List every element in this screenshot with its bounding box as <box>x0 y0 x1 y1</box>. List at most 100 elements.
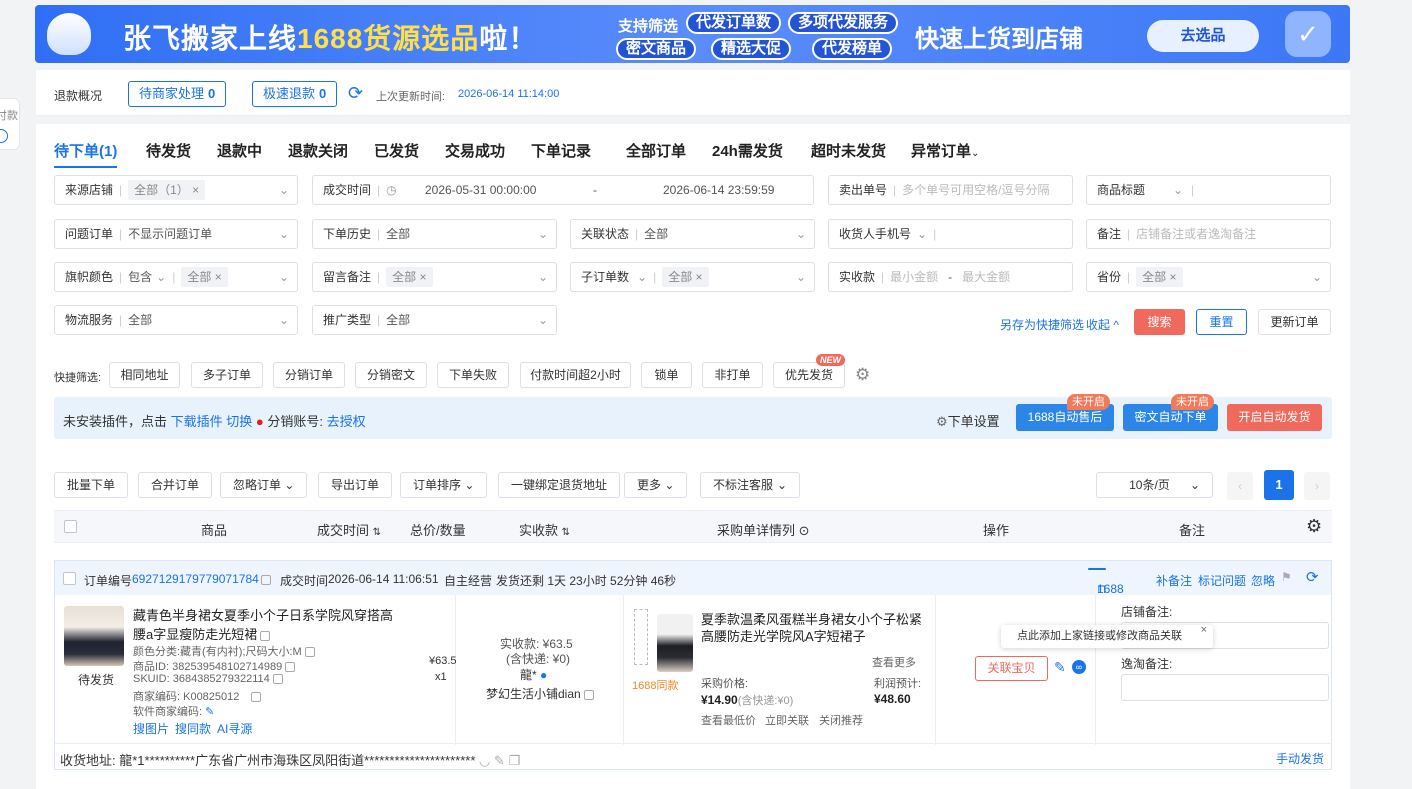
reset-button[interactable]: 重置 <box>1196 309 1247 335</box>
purchase-product-image[interactable] <box>657 614 693 672</box>
product-title-line2[interactable]: 腰a字显瘦防走光短裙 <box>133 624 271 643</box>
tab-overdue[interactable]: 超时未发货 <box>811 140 886 161</box>
mark-problem-link[interactable]: 标记问题 <box>1198 572 1246 589</box>
source-shop-select[interactable]: 来源店铺 | 全部（1） × ⌄ <box>54 175 298 205</box>
paid-range[interactable]: 实收款 | 最小金额 - 最大金额 <box>828 262 1073 292</box>
refresh-orders-button[interactable]: 更新订单 <box>1258 309 1331 335</box>
edit-icon[interactable]: ✎ <box>205 706 214 718</box>
search-same-link[interactable]: 搜同款 <box>175 720 211 737</box>
page-1-button[interactable]: 1 <box>1264 470 1294 500</box>
link-product-button[interactable]: 关联宝贝 <box>975 656 1048 681</box>
search-image-link[interactable]: 搜图片 <box>133 720 169 737</box>
collapse-link[interactable]: 收起 ^ <box>1086 316 1119 333</box>
yitao-remark-input[interactable] <box>1121 674 1329 701</box>
export-order-button[interactable]: 导出订单 <box>318 472 393 498</box>
promo-type-select[interactable]: 推广类型 | 全部 ⌄ <box>312 305 557 335</box>
purchase-title-line2[interactable]: 高腰防走光学院风A字短裙子 <box>701 626 866 645</box>
gear-icon[interactable]: ⚙ <box>855 365 870 385</box>
fast-refund-button[interactable]: 极速退款 0 <box>252 81 338 107</box>
table-settings-icon[interactable]: ⚙ <box>1306 516 1322 537</box>
flag-color-mode[interactable]: 包含 <box>128 270 152 284</box>
user-icon[interactable]: ● <box>540 668 547 682</box>
province-select[interactable]: 省份 | 全部 × ⌄ <box>1086 262 1331 292</box>
quick-locked[interactable]: 锁单 <box>641 362 692 388</box>
auto-aftersale-button[interactable]: 1688自动售后 未开启 <box>1016 394 1114 431</box>
next-page-button[interactable]: › <box>1304 472 1330 500</box>
refresh-icon[interactable]: ⟳ <box>1306 568 1319 586</box>
select-all-checkbox[interactable] <box>64 520 77 533</box>
auto-ship-button[interactable]: 开启自动发货 <box>1227 404 1322 431</box>
receiver-phone-input[interactable]: 收货人手机号 ⌄ | <box>828 219 1073 249</box>
th-paid[interactable]: 实收款 ⇅ <box>519 520 570 539</box>
more-button[interactable]: 更多 ⌄ <box>624 472 688 498</box>
quick-same-address[interactable]: 相同地址 <box>109 362 180 388</box>
seller-no-input[interactable]: 卖出单号 | 多个单号可用空格/逗号分隔 <box>828 175 1073 205</box>
switch-arrow-icon[interactable] <box>634 609 648 665</box>
refresh-icon[interactable]: ⟳ <box>348 83 363 104</box>
edit-icon[interactable]: ✎ <box>1054 659 1066 676</box>
tab-pending-order[interactable]: 待下单(1) <box>54 140 118 168</box>
manual-ship-link[interactable]: 手动发货 <box>1276 750 1324 767</box>
remark-input[interactable]: 备注 | 店铺备注或者逸淘备注 <box>1086 219 1331 249</box>
product-title-input[interactable]: 商品标题 ⌄ | <box>1086 175 1331 205</box>
order-settings-link[interactable]: ⚙下单设置 <box>936 411 1000 430</box>
tab-pending-ship[interactable]: 待发货 <box>146 140 191 161</box>
deal-time-end[interactable]: 2026-06-14 23:59:59 <box>663 176 774 204</box>
download-plugin-link[interactable]: 下载插件 <box>171 414 223 429</box>
tab-order-records[interactable]: 下单记录 <box>531 140 591 161</box>
quick-order-failed[interactable]: 下单失败 <box>437 362 509 388</box>
deal-time-range[interactable]: 成交时间 | ◷ 2026-05-31 00:00:00-2026-06-14 23:… <box>312 175 814 205</box>
see-more-link[interactable]: 查看更多 <box>872 654 916 670</box>
batch-order-button[interactable]: 批量下单 <box>54 472 129 498</box>
source-1688-button[interactable]: ⊓ 1688 <box>1088 568 1124 596</box>
search-button[interactable]: 搜索 <box>1134 309 1185 335</box>
paid-min[interactable]: 最小金额 <box>890 270 938 284</box>
side-float-tab[interactable]: 付款 <box>0 98 20 150</box>
add-remark-link[interactable]: 补备注 <box>1156 572 1192 589</box>
message-remark-select[interactable]: 留言备注 | 全部 × ⌄ <box>312 262 557 292</box>
order-history-select[interactable]: 下单历史 | 全部 ⌄ <box>312 219 557 249</box>
flag-icon[interactable]: ⚑ <box>1281 570 1292 584</box>
tab-completed[interactable]: 交易成功 <box>445 140 505 161</box>
eye-icon[interactable]: ◡ <box>479 753 490 768</box>
order-checkbox[interactable] <box>63 572 76 585</box>
sub-orders-select[interactable]: 子订单数 ⌄ | 全部 × ⌄ <box>570 262 815 292</box>
no-cs-mark-select[interactable]: 不标注客服 ⌄ <box>700 472 800 498</box>
quick-non-print[interactable]: 非打单 <box>702 362 763 388</box>
order-no[interactable]: 6927129179779071784 <box>132 572 259 586</box>
ai-source-link[interactable]: AI寻源 <box>217 720 252 737</box>
promo-banner[interactable]: 张飞搬家上线1688货源选品啦！ 支持筛选 代发订单数 多项代发服务 密文商品 … <box>35 5 1350 63</box>
info-icon[interactable]: ⊙ <box>799 523 810 538</box>
deal-time-start[interactable]: 2026-05-31 00:00:00 <box>425 176 536 204</box>
go-select-button[interactable]: 去选品 <box>1147 20 1259 52</box>
copy-icon[interactable] <box>258 572 271 586</box>
order-sort-button[interactable]: 订单排序 ⌄ <box>400 472 488 498</box>
tab-all-orders[interactable]: 全部订单 <box>626 140 686 161</box>
quick-pay-over-2h[interactable]: 付款时间超2小时 <box>520 362 631 388</box>
copy-icon[interactable]: ❐ <box>509 753 521 768</box>
ignore-link[interactable]: 忽略 <box>1251 572 1275 589</box>
quick-dist-order[interactable]: 分销订单 <box>273 362 345 388</box>
flag-color-select[interactable]: 旗帜颜色 | 包含 ⌄ | 全部 × ⌄ <box>54 262 298 292</box>
tab-refunding[interactable]: 退款中 <box>217 140 262 161</box>
tab-24h-ship[interactable]: 24h需发货 <box>712 140 783 161</box>
page-size-select[interactable]: 10条/页 ⌄ <box>1096 472 1213 498</box>
tab-refund-closed[interactable]: 退款关闭 <box>288 140 348 161</box>
link-status-select[interactable]: 关联状态 | 全部 ⌄ <box>570 219 815 249</box>
pending-merchant-button[interactable]: 待商家处理 0 <box>128 81 227 107</box>
quick-multi-sub[interactable]: 多子订单 <box>191 362 263 388</box>
paid-max[interactable]: 最大金额 <box>962 270 1010 284</box>
side-arrow-icon[interactable] <box>0 129 8 143</box>
save-quick-filter-link[interactable]: 另存为快捷筛选 <box>1000 316 1084 333</box>
link-icon[interactable]: ∞ <box>1072 660 1086 674</box>
close-recommend-link[interactable]: 关闭推荐 <box>819 712 863 728</box>
lowest-price-link[interactable]: 查看最低价 <box>701 712 756 728</box>
ignore-order-button[interactable]: 忽略订单 ⌄ <box>220 472 308 498</box>
cipher-auto-order-button[interactable]: 密文自动下单 未开启 <box>1123 394 1218 431</box>
close-icon[interactable]: × <box>1201 619 1207 642</box>
authorize-link[interactable]: 去授权 <box>327 414 366 429</box>
logistics-select[interactable]: 物流服务 | 全部 ⌄ <box>54 305 298 335</box>
bind-return-address-button[interactable]: 一键绑定退货地址 <box>498 472 621 498</box>
tab-abnormal[interactable]: 异常订单⌄ <box>911 140 979 161</box>
prev-page-button[interactable]: ‹ <box>1227 472 1253 500</box>
